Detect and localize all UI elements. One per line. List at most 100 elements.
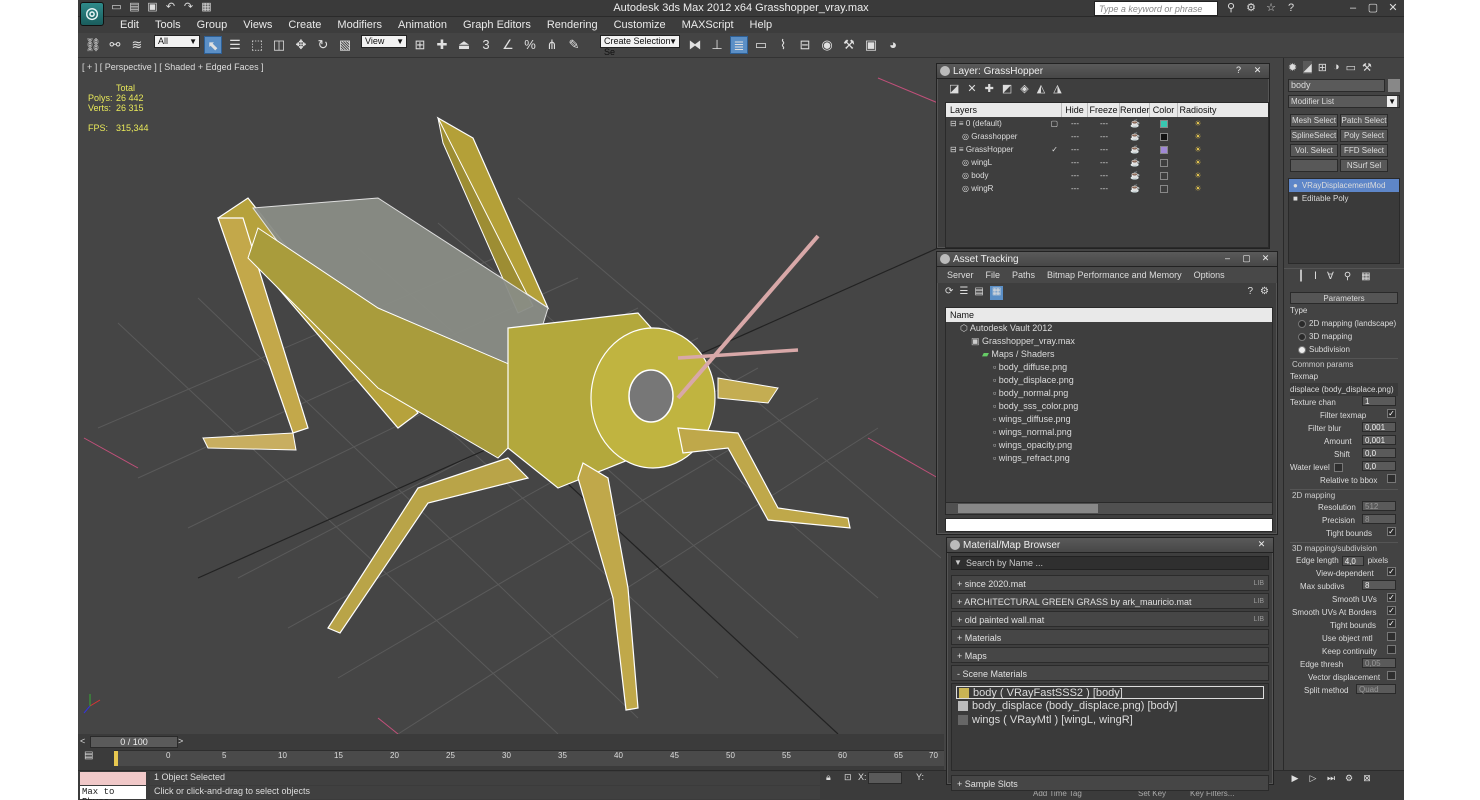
vector-disp-checkbox[interactable] xyxy=(1387,671,1396,680)
close-icon[interactable]: ✕ xyxy=(1254,538,1269,551)
menu-group[interactable]: Group xyxy=(189,18,236,32)
time-config-icon[interactable]: ⚙ xyxy=(1342,769,1356,783)
render-teapot-icon[interactable]: ☕ xyxy=(1120,182,1150,195)
keyword-search-input[interactable]: Type a keyword or phrase xyxy=(1094,1,1218,16)
radiosity-icon[interactable]: ☀ xyxy=(1178,156,1218,169)
layer-row[interactable]: ◎ wingL --- --- ☕ ☀ xyxy=(946,156,1268,169)
configure-sets-icon[interactable]: ▦ xyxy=(1361,271,1370,282)
link-icon[interactable]: ⛓ xyxy=(84,36,102,54)
render-teapot-icon[interactable]: ☕ xyxy=(1120,169,1150,182)
edge-thresh-spinner[interactable]: 0,05 xyxy=(1362,658,1396,668)
group-architectural-green-grass[interactable]: + ARCHITECTURAL GREEN GRASS by ark_mauri… xyxy=(951,593,1269,609)
water-level-checkbox[interactable] xyxy=(1333,463,1343,473)
asset-row[interactable]: ▣ Grasshopper_vray.max xyxy=(946,335,1272,348)
layer-color-swatch[interactable] xyxy=(1160,132,1168,141)
pivot-center-icon[interactable]: ⊞ xyxy=(411,36,429,54)
menu-animation[interactable]: Animation xyxy=(390,18,455,32)
select-by-name-icon[interactable]: ☰ xyxy=(226,36,244,54)
asset-row[interactable]: ▫ wings_diffuse.png xyxy=(946,413,1272,426)
subscription-icon[interactable]: ⚙ xyxy=(1244,1,1258,15)
asset-menu-options[interactable]: Options xyxy=(1188,267,1231,283)
menu-graph-editors[interactable]: Graph Editors xyxy=(455,18,539,32)
zoom-extents-icon[interactable]: ⊠ xyxy=(1360,769,1374,783)
app-logo-button[interactable]: ◎ xyxy=(80,2,104,26)
hide-all-icon[interactable]: ◭ xyxy=(1037,82,1045,96)
minimize-icon[interactable]: – xyxy=(1346,1,1360,15)
select-scale-icon[interactable]: ▧ xyxy=(336,36,354,54)
menu-help[interactable]: Help xyxy=(742,18,781,32)
object-name-field[interactable]: body xyxy=(1288,79,1386,92)
highlight-layer-icon[interactable]: ◈ xyxy=(1020,82,1028,96)
snaps-toggle-icon[interactable]: 3 xyxy=(477,36,495,54)
maximize-icon[interactable]: ▢ xyxy=(1366,1,1380,15)
redo-icon[interactable]: ↷ xyxy=(182,1,195,14)
asset-row[interactable]: ▫ body_diffuse.png xyxy=(946,361,1272,374)
asset-row[interactable]: ▫ wings_opacity.png xyxy=(946,439,1272,452)
freeze-toggle[interactable]: --- xyxy=(1088,156,1120,169)
project-folder-icon[interactable]: ▦ xyxy=(200,1,213,14)
menu-create[interactable]: Create xyxy=(280,18,329,32)
select-object-icon[interactable]: ⬉ xyxy=(204,36,222,54)
group-scene-materials[interactable]: - Scene Materials xyxy=(951,665,1269,681)
ffd-select-button[interactable]: FFD Select xyxy=(1340,144,1388,157)
layer-color-swatch[interactable] xyxy=(1160,119,1168,128)
radiosity-icon[interactable]: ☀ xyxy=(1178,182,1218,195)
scene-material-item[interactable]: body_displace (body_displace.png) [body] xyxy=(956,700,1264,713)
select-manipulate-icon[interactable]: ✚ xyxy=(433,36,451,54)
nsurf-sel-button[interactable]: NSurf Sel xyxy=(1340,159,1388,172)
bind-space-warp-icon[interactable]: ≋ xyxy=(128,36,146,54)
modify-tab-icon[interactable]: ◢ xyxy=(1303,61,1312,74)
edit-named-sets-icon[interactable]: ✎ xyxy=(565,36,583,54)
schematic-view-icon[interactable]: ⊟ xyxy=(796,36,814,54)
asset-menu-file[interactable]: File xyxy=(980,267,1007,283)
object-color-swatch[interactable] xyxy=(1388,79,1400,92)
patch-select-button[interactable]: Patch Select xyxy=(1340,114,1388,127)
radiosity-icon[interactable]: ☀ xyxy=(1178,117,1218,130)
motion-tab-icon[interactable]: ◑ xyxy=(1333,61,1340,74)
selection-filter-dropdown[interactable]: All ▼ xyxy=(154,35,200,48)
layer-row[interactable]: ◎ body --- --- ☕ ☀ xyxy=(946,169,1268,182)
remove-modifier-icon[interactable]: ⚲ xyxy=(1344,271,1351,282)
precision-spinner[interactable]: 8 xyxy=(1362,514,1396,524)
lock-selection-icon[interactable]: 🔒︎ xyxy=(826,772,831,783)
curve-editor-icon[interactable]: ⌇ xyxy=(774,36,792,54)
render-teapot-icon[interactable]: ☕ xyxy=(1120,130,1150,143)
group-maps[interactable]: + Maps xyxy=(951,647,1269,663)
current-layer-icon[interactable]: ✓ xyxy=(1051,143,1058,156)
maxscript-listener-field[interactable] xyxy=(80,772,146,785)
asset-row[interactable]: ▫ body_sss_color.png xyxy=(946,400,1272,413)
water-level-spinner[interactable]: 0,0 xyxy=(1362,461,1396,471)
keyboard-shortcut-icon[interactable]: ⏏ xyxy=(455,36,473,54)
current-layer-icon[interactable]: ▢ xyxy=(1050,117,1058,130)
close-icon[interactable]: ✕ xyxy=(1258,252,1273,265)
named-selection-dropdown[interactable]: Create Selection Se ▼ xyxy=(600,35,680,57)
percent-snap-icon[interactable]: % xyxy=(521,36,539,54)
next-frame-icon[interactable]: ▷ xyxy=(1306,769,1320,783)
scene-material-item[interactable]: body ( VRayFastSSS2 ) [body] xyxy=(956,686,1264,699)
shift-spinner[interactable]: 0,0 xyxy=(1362,448,1396,458)
menu-edit[interactable]: Edit xyxy=(112,18,147,32)
minimize-icon[interactable]: – xyxy=(1220,252,1235,265)
x-coord-field[interactable] xyxy=(868,772,902,784)
window-crossing-icon[interactable]: ◫ xyxy=(270,36,288,54)
hide-toggle[interactable]: --- xyxy=(1062,182,1088,195)
radiosity-icon[interactable]: ☀ xyxy=(1178,143,1218,156)
layer-row[interactable]: ⊟ ≡ 0 (default) ▢ --- --- ☕ ☀ xyxy=(946,117,1268,130)
settings-icon[interactable]: ⚙ xyxy=(1260,286,1269,297)
mirror-icon[interactable]: ⧓ xyxy=(686,36,704,54)
graphite-ribbon-icon[interactable]: ▭ xyxy=(752,36,770,54)
col-radiosity[interactable]: Radiosity xyxy=(1178,103,1218,117)
utilities-tab-icon[interactable]: ⚒ xyxy=(1362,61,1372,74)
scene-material-item[interactable]: wings ( VRayMtl ) [wingL, wingR] xyxy=(956,714,1264,727)
layer-row[interactable]: ◎ Grasshopper --- --- ☕ ☀ xyxy=(946,130,1268,143)
stack-item-vray-displacement[interactable]: ● VRayDisplacementMod xyxy=(1289,179,1399,192)
menu-tools[interactable]: Tools xyxy=(147,18,189,32)
group-materials[interactable]: + Materials xyxy=(951,629,1269,645)
freeze-toggle[interactable]: --- xyxy=(1088,117,1120,130)
help-icon[interactable]: ? xyxy=(1284,1,1298,15)
save-icon[interactable]: ▣ xyxy=(146,1,159,14)
col-freeze[interactable]: Freeze xyxy=(1088,103,1120,117)
select-in-layer-icon[interactable]: ◩ xyxy=(1002,82,1012,96)
radio-selected-icon[interactable] xyxy=(1298,345,1306,354)
current-frame-marker[interactable] xyxy=(114,751,118,766)
